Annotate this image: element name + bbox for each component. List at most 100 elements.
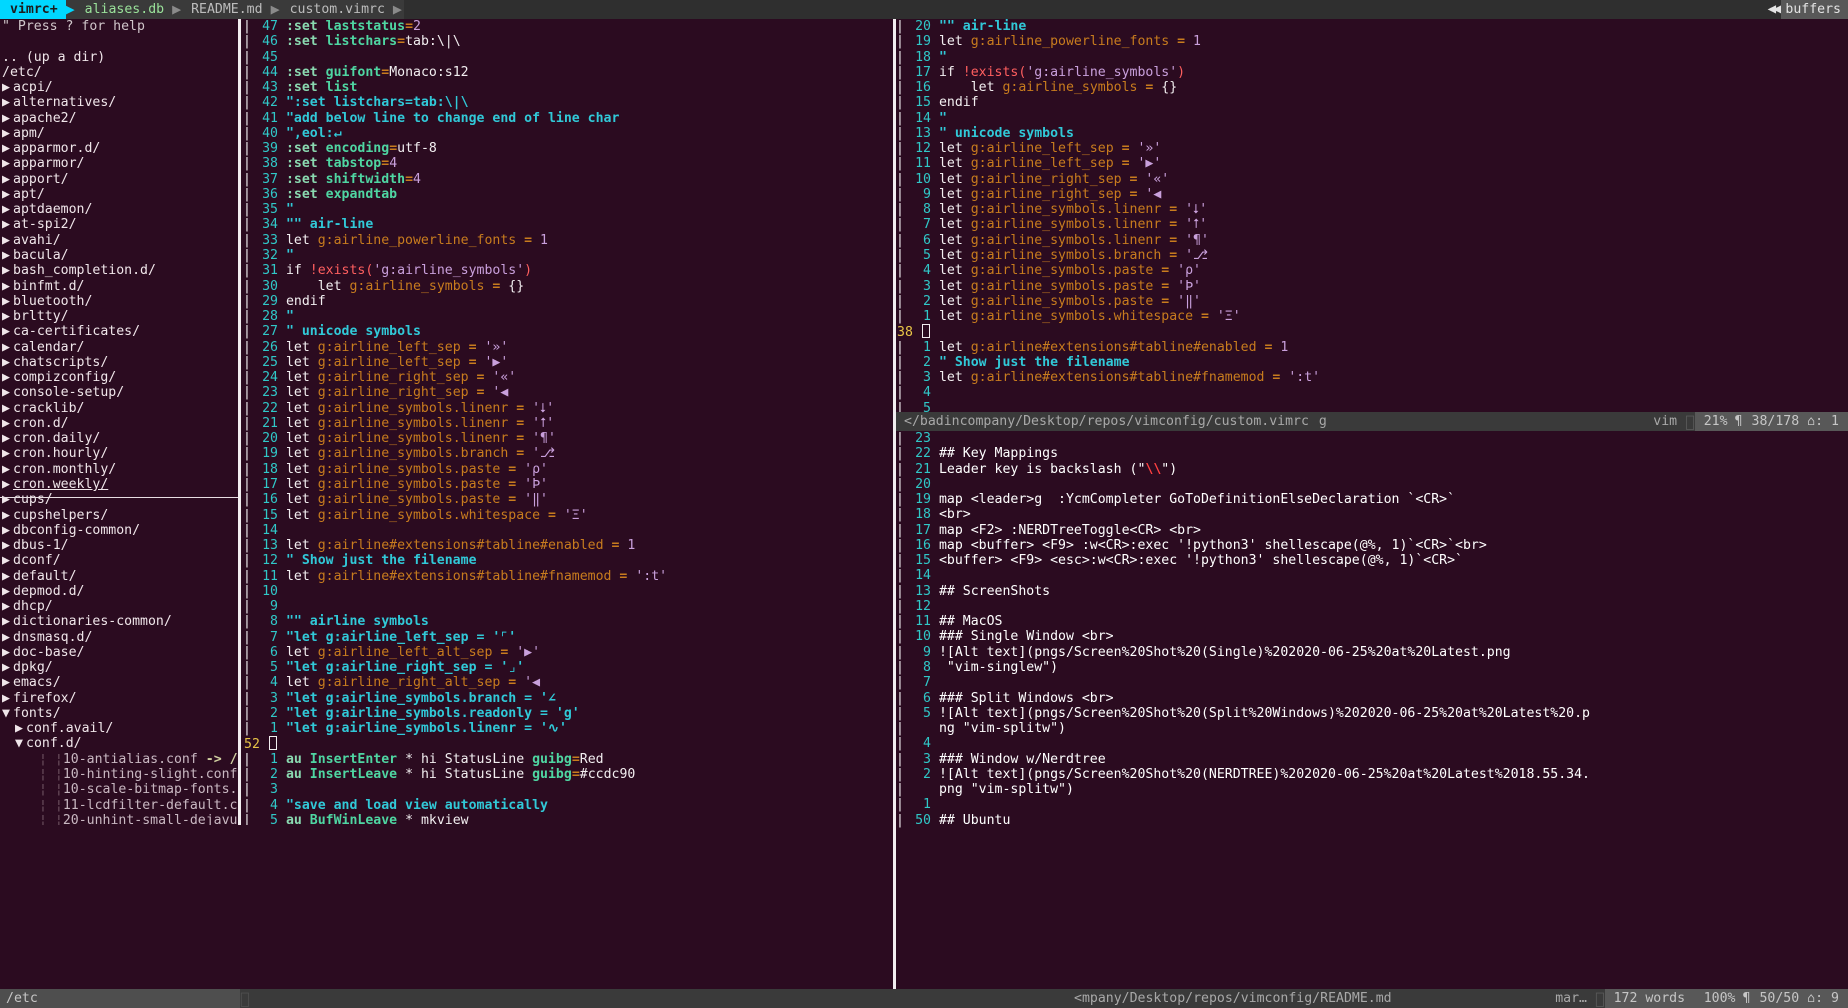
- code-token: g:airline_symbols.paste: [970, 293, 1162, 309]
- nerdtree-file-item[interactable]: ¦ ¦10-hinting-slight.conf: [2, 767, 240, 782]
- tabline-filler: [403, 0, 1768, 19]
- nerdtree-dir-item[interactable]: ▶ cron.weekly/: [2, 477, 240, 492]
- nerdtree-dir-item[interactable]: ▶ dnsmasq.d/: [2, 630, 240, 645]
- nerdtree-dir-item[interactable]: ▶ cron.d/: [2, 416, 240, 431]
- nerdtree-dir-item[interactable]: ▶ acpi/: [2, 80, 240, 95]
- line-number: 2: [923, 293, 931, 309]
- chevron-right-icon: ▶: [2, 186, 10, 202]
- fold-gutter: |: [896, 782, 904, 798]
- code-token: if: [938, 64, 963, 80]
- code-token: let: [938, 263, 971, 279]
- fold-gutter: |: [896, 141, 904, 157]
- nerdtree-dir-item[interactable]: ▶ apparmor.d/: [2, 141, 240, 156]
- line-number: 2: [923, 354, 931, 370]
- nerdtree-dir-item[interactable]: ▶ alternatives/: [2, 95, 240, 110]
- nerdtree-dir-item[interactable]: ▶ cron.daily/: [2, 431, 240, 446]
- nerdtree-dir-label: conf.d/: [26, 736, 82, 752]
- tab-aliases-db[interactable]: aliases.db: [76, 0, 171, 19]
- nerdtree-dir-item[interactable]: ▶ apm/: [2, 126, 240, 141]
- nerdtree-dir-item[interactable]: ▶ chatscripts/: [2, 355, 240, 370]
- nerdtree-dir-item[interactable]: ▶ brltty/: [2, 309, 240, 324]
- nerdtree-dir-item[interactable]: ▶ dhcp/: [2, 599, 240, 614]
- nerdtree-dir-item[interactable]: ▶ dbconfig-common/: [2, 523, 240, 538]
- nerdtree-dir-item[interactable]: ▶ dconf/: [2, 553, 240, 568]
- code-line: | 5 "let g:airline_right_sep = '⌟': [243, 660, 893, 675]
- vsplit-bar-left[interactable]: [238, 19, 241, 825]
- nerdtree-file-item[interactable]: ¦ ¦11-lcdfilter-default.con: [2, 798, 240, 813]
- nerdtree-dir-item[interactable]: ▶ apt/: [2, 187, 240, 202]
- nerdtree-dir-item[interactable]: ▶ emacs/: [2, 675, 240, 690]
- nerdtree-dir-item[interactable]: ▶ apport/: [2, 172, 240, 187]
- code-token: 'g:airline_symbols': [1026, 64, 1178, 80]
- nerdtree-dir-item[interactable]: ▶ cracklib/: [2, 401, 240, 416]
- code-token: ![Alt text](pngs/Screen%20Shot%20(Split%…: [938, 705, 1590, 721]
- nerdtree-dir-item[interactable]: ▶ dictionaries-common/: [2, 614, 240, 629]
- nerdtree-dir-item[interactable]: ▶ cron.monthly/: [2, 462, 240, 477]
- tab-readme-md[interactable]: README.md: [183, 0, 269, 19]
- nerdtree-dir-item[interactable]: ▶ ca-certificates/: [2, 324, 240, 339]
- code-token: " unicode symbols: [285, 324, 421, 340]
- nerdtree-root[interactable]: /etc/: [2, 65, 240, 80]
- nerdtree-dir-item[interactable]: ▶ binfmt.d/: [2, 279, 240, 294]
- nerdtree-dir-item[interactable]: ▶ bash_completion.d/: [2, 263, 240, 278]
- code-token: ### Single Window <br>: [938, 629, 1114, 645]
- nerdtree-dir-item[interactable]: ▶ calendar/: [2, 340, 240, 355]
- nerdtree-dir-item[interactable]: ▶ console-setup/: [2, 385, 240, 400]
- code-line: | 22 let g:airline_symbols.linenr = '⭣': [243, 401, 893, 416]
- code-line: | 13 " unicode symbols: [896, 126, 1848, 141]
- code-token: ": [285, 309, 294, 325]
- line-number: 1: [923, 309, 931, 325]
- editor-pane-center[interactable]: | 47 :set laststatus=2 | 46 :set listchars=…: [243, 19, 893, 825]
- cursor-line: 38: [896, 324, 1848, 340]
- tab-active-vimrc[interactable]: vimrc+: [0, 0, 66, 19]
- nerdtree-dir-item[interactable]: ▶ firefox/: [2, 691, 240, 706]
- chevron-right-icon: ▶: [2, 431, 10, 447]
- nerdtree-dir-item[interactable]: ▶ doc-base/: [2, 645, 240, 660]
- nerdtree-dir-label: dbus-1/: [13, 538, 69, 554]
- nerdtree-dir-item[interactable]: ▶ cron.hourly/: [2, 446, 240, 461]
- nerdtree-file-explorer[interactable]: " Press ? for help .. (up a dir)/etc/▶ ac…: [0, 19, 240, 825]
- nerdtree-dir-item[interactable]: ▶ cups/: [2, 492, 240, 507]
- editor-pane-right-top[interactable]: | 20 "" air-line | 19 let g:airline_powerli…: [896, 19, 1848, 412]
- fold-gutter: |: [896, 522, 904, 538]
- code-token: g:airline_left_sep: [317, 354, 469, 370]
- code-line: | 3 "let g:airline_symbols.branch = '∠: [243, 691, 893, 706]
- tab-custom-vimrc[interactable]: custom.vimrc: [281, 0, 391, 19]
- nerdtree-dir-item[interactable]: ▶ default/: [2, 569, 240, 584]
- nerdtree-dir-item[interactable]: ▶ bluetooth/: [2, 294, 240, 309]
- fold-gutter: |: [896, 278, 904, 294]
- tabline[interactable]: vimrc+ ▶ aliases.db ▶ README.md ▶ custom…: [0, 0, 1848, 19]
- buffers-label[interactable]: buffers: [1781, 0, 1848, 19]
- nerdtree-dir-item[interactable]: ▶ avahi/: [2, 233, 240, 248]
- code-token: guibg: [532, 751, 572, 767]
- code-line: | 42 ":set listchars=tab:\|\: [243, 95, 893, 110]
- nerdtree-dir-item[interactable]: ▼ conf.d/: [2, 736, 240, 751]
- nerdtree-dir-label: apport/: [13, 171, 69, 187]
- nerdtree-dir-item[interactable]: ▶ dpkg/: [2, 660, 240, 675]
- nerdtree-dir-item[interactable]: ▶ compizconfig/: [2, 370, 240, 385]
- nerdtree-dir-item[interactable]: ▶ apache2/: [2, 111, 240, 126]
- chevron-right-icon: ▶: [2, 263, 10, 279]
- chevron-right-icon: ▶: [2, 370, 10, 386]
- nerdtree-dir-item[interactable]: ▶ aptdaemon/: [2, 202, 240, 217]
- code-token: "let g:airline_left_sep = '⌜': [285, 629, 517, 645]
- nerdtree-file-item[interactable]: ¦ ¦10-scale-bitmap-fonts.co: [2, 782, 240, 797]
- nerdtree-file-item[interactable]: ¦ ¦10-antialias.conf -> /e: [2, 752, 240, 767]
- nerdtree-up-dir[interactable]: .. (up a dir): [2, 50, 240, 65]
- nerdtree-dir-item[interactable]: ▶ apparmor/: [2, 156, 240, 171]
- code-token: let: [938, 370, 971, 386]
- editor-pane-right-bottom[interactable]: | 23 | 22 ## Key Mappings | 21 Leader key is…: [896, 431, 1848, 989]
- fold-gutter: |: [896, 537, 904, 553]
- nerdtree-dir-item[interactable]: ▶ dbus-1/: [2, 538, 240, 553]
- nerdtree-dir-item-fonts[interactable]: ▼ fonts/: [2, 706, 240, 721]
- line-number: 6: [923, 232, 931, 248]
- nerdtree-dir-item[interactable]: ▶ bacula/: [2, 248, 240, 263]
- nerdtree-dir-item[interactable]: ▶ at-spi2/: [2, 217, 240, 232]
- nerdtree-file-item[interactable]: ¦ ¦20-unhint-small-dejavu-l: [2, 813, 240, 825]
- code-token: "" air-line: [285, 217, 374, 233]
- code-line: | 3 let g:airline_symbols.paste = 'Þ': [896, 279, 1848, 294]
- nerdtree-dir-item[interactable]: ▶ conf.avail/: [2, 721, 240, 736]
- statusline-filler: [1399, 989, 1548, 1008]
- nerdtree-dir-item[interactable]: ▶ depmod.d/: [2, 584, 240, 599]
- nerdtree-dir-item[interactable]: ▶ cupshelpers/: [2, 508, 240, 523]
